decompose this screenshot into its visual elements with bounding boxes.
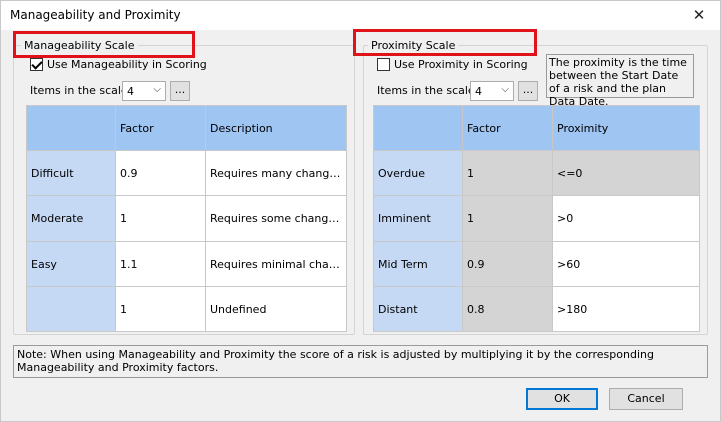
chevron-down-icon: ⌵	[501, 84, 509, 95]
table-row: Moderate 1 Requires some changes...	[26, 195, 347, 242]
manageability-highlight	[13, 31, 195, 58]
proximity-info-box: The proximity is the time between the St…	[546, 54, 694, 108]
proximity-highlight	[353, 29, 537, 56]
use-proximity-checkbox-row[interactable]: Use Proximity in Scoring	[377, 58, 528, 71]
table-header-row: Factor Description	[26, 105, 347, 151]
proximity-cell[interactable]: >0	[552, 195, 700, 242]
use-proximity-label: Use Proximity in Scoring	[394, 58, 528, 71]
factor-cell[interactable]: 0.9	[462, 241, 553, 287]
table-row: Easy 1.1 Requires minimal chan...	[26, 241, 347, 287]
table-row: Mid Term 0.9 >60	[373, 241, 700, 287]
description-cell[interactable]: Undefined	[205, 286, 347, 332]
manageability-table: Factor Description Difficult 0.9 Require…	[26, 105, 347, 332]
manageability-edit-button[interactable]: ...	[170, 81, 190, 101]
title-bar: Manageability and Proximity ✕	[1, 1, 720, 30]
row-header[interactable]: Difficult	[26, 150, 116, 196]
description-cell[interactable]: Requires some changes...	[205, 195, 347, 242]
manageability-items-label: Items in the scale	[30, 84, 128, 97]
column-header-factor[interactable]: Factor	[462, 105, 553, 151]
row-header[interactable]: Moderate	[26, 195, 116, 242]
row-header[interactable]: Overdue	[373, 150, 463, 196]
proximity-items-select[interactable]: 4 ⌵	[470, 81, 514, 101]
chevron-down-icon: ⌵	[153, 84, 161, 95]
use-manageability-checkbox-row[interactable]: Use Manageability in Scoring	[30, 58, 207, 71]
column-header-description[interactable]: Description	[205, 105, 347, 151]
factor-cell[interactable]: 0.9	[115, 150, 206, 196]
description-cell[interactable]: Requires many change...	[205, 150, 347, 196]
proximity-cell[interactable]: <=0	[552, 150, 700, 196]
factor-cell[interactable]: 1	[462, 150, 553, 196]
factor-cell[interactable]: 1	[115, 195, 206, 242]
row-header[interactable]: Easy	[26, 241, 116, 287]
proximity-items-label: Items in the scale	[377, 84, 475, 97]
close-icon[interactable]: ✕	[688, 5, 710, 25]
table-header-row: Factor Proximity	[373, 105, 700, 151]
table-row: Imminent 1 >0	[373, 195, 700, 242]
column-header-proximity[interactable]: Proximity	[552, 105, 700, 151]
manageability-items-value: 4	[127, 84, 134, 98]
proximity-edit-button[interactable]: ...	[518, 81, 538, 101]
row-header[interactable]	[26, 286, 116, 332]
use-manageability-label: Use Manageability in Scoring	[47, 58, 207, 71]
proximity-cell[interactable]: >60	[552, 241, 700, 287]
factor-cell[interactable]: 1.1	[115, 241, 206, 287]
factor-cell[interactable]: 1	[462, 195, 553, 242]
scoring-note: Note: When using Manageability and Proxi…	[13, 345, 708, 378]
manageability-proximity-dialog: Manageability and Proximity ✕ Manageabil…	[0, 0, 721, 422]
table-corner	[373, 105, 463, 151]
table-row: 1 Undefined	[26, 286, 347, 332]
proximity-cell[interactable]: >180	[552, 286, 700, 332]
description-cell[interactable]: Requires minimal chan...	[205, 241, 347, 287]
use-manageability-checkbox[interactable]	[30, 58, 43, 71]
row-header[interactable]: Distant	[373, 286, 463, 332]
proximity-table: Factor Proximity Overdue 1 <=0 Imminent …	[373, 105, 700, 332]
factor-cell[interactable]: 1	[115, 286, 206, 332]
manageability-items-select[interactable]: 4 ⌵	[122, 81, 166, 101]
column-header-factor[interactable]: Factor	[115, 105, 206, 151]
window-title: Manageability and Proximity	[10, 8, 181, 22]
use-proximity-checkbox[interactable]	[377, 58, 390, 71]
cancel-button[interactable]: Cancel	[609, 388, 683, 410]
table-row: Overdue 1 <=0	[373, 150, 700, 196]
row-header[interactable]: Mid Term	[373, 241, 463, 287]
table-row: Distant 0.8 >180	[373, 286, 700, 332]
factor-cell[interactable]: 0.8	[462, 286, 553, 332]
table-row: Difficult 0.9 Requires many change...	[26, 150, 347, 196]
proximity-items-value: 4	[475, 84, 482, 98]
row-header[interactable]: Imminent	[373, 195, 463, 242]
table-corner	[26, 105, 116, 151]
ok-button[interactable]: OK	[526, 388, 598, 410]
